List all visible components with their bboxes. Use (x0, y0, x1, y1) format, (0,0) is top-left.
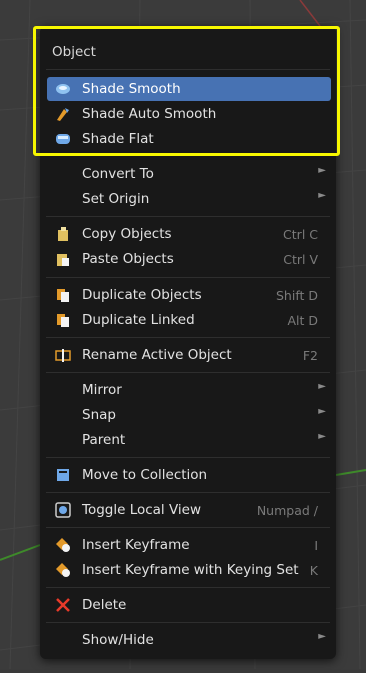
auto-smooth-icon (57, 108, 69, 121)
separator (46, 622, 330, 623)
menu-item-insert-keyframe-with-keying-set[interactable]: Insert Keyframe with Keying Set K (40, 558, 336, 582)
menu-item-label: Set Origin (82, 191, 150, 207)
separator (46, 337, 330, 338)
separator (46, 216, 330, 217)
menu-item-label: Copy Objects (82, 226, 172, 242)
menu-item-label: Snap (82, 407, 116, 423)
menu-item-mirror[interactable]: Mirror ► (40, 378, 336, 402)
paste-icon (57, 254, 69, 266)
menu-item-label: Insert Keyframe (82, 537, 190, 553)
menu-item-paste-objects[interactable]: Paste Objects Ctrl V (40, 247, 336, 271)
submenu-arrow-icon: ► (318, 165, 326, 176)
shortcut-label: Numpad / (256, 503, 318, 518)
menu-item-label: Convert To (82, 166, 154, 182)
shortcut-label: Ctrl V (283, 252, 318, 267)
shortcut-label: Alt D (287, 313, 318, 328)
submenu-arrow-icon: ► (318, 431, 326, 442)
duplicate-icon (57, 289, 69, 302)
menu-item-label: Insert Keyframe with Keying Set (82, 562, 299, 578)
separator (46, 277, 330, 278)
separator (46, 527, 330, 528)
menu-item-copy-objects[interactable]: Copy Objects Ctrl C (40, 222, 336, 246)
separator (46, 69, 330, 70)
menu-item-show-hide[interactable]: Show/Hide ► (40, 628, 336, 652)
submenu-arrow-icon: ► (318, 190, 326, 201)
menu-item-snap[interactable]: Snap ► (40, 403, 336, 427)
local-view-icon (55, 502, 71, 518)
menu-item-label: Rename Active Object (82, 347, 232, 363)
copy-icon (58, 227, 68, 241)
keyframe-icon (56, 538, 70, 552)
menu-item-parent[interactable]: Parent ► (40, 428, 336, 452)
separator (46, 457, 330, 458)
submenu-arrow-icon: ► (318, 406, 326, 417)
menu-item-set-origin[interactable]: Set Origin ► (40, 187, 336, 211)
menu-item-shade-auto-smooth[interactable]: Shade Auto Smooth (40, 102, 336, 126)
shade-smooth-icon (56, 84, 70, 94)
menu-item-label: Toggle Local View (82, 502, 202, 518)
menu-item-label: Paste Objects (82, 251, 174, 267)
separator (46, 372, 330, 373)
menu-item-shade-flat[interactable]: Shade Flat (40, 127, 336, 151)
menu-item-move-to-collection[interactable]: Move to Collection (40, 463, 336, 487)
shortcut-label: Shift D (275, 288, 318, 303)
delete-icon (56, 598, 70, 612)
menu-item-label: Duplicate Objects (82, 287, 202, 303)
menu-item-label: Mirror (82, 382, 122, 398)
menu-item-toggle-local-view[interactable]: Toggle Local View Numpad / (40, 498, 336, 522)
shortcut-label: Ctrl C (283, 227, 318, 242)
menu-item-label: Delete (82, 597, 127, 613)
keying-set-icon (56, 563, 70, 577)
menu-item-convert-to[interactable]: Convert To ► (40, 162, 336, 186)
shortcut-label: K (309, 563, 318, 578)
shortcut-label: F2 (302, 348, 318, 363)
menu-item-duplicate-objects[interactable]: Duplicate Objects Shift D (40, 283, 336, 307)
menu-title: Object (52, 44, 96, 60)
separator (46, 587, 330, 588)
menu-item-label: Shade Smooth (82, 81, 181, 97)
menu-item-label: Shade Flat (82, 131, 154, 147)
shortcut-label: I (314, 538, 318, 553)
separator (46, 492, 330, 493)
duplicate-linked-icon (57, 314, 69, 327)
rename-icon (55, 349, 71, 362)
collection-icon (57, 469, 69, 481)
menu-item-label: Show/Hide (82, 632, 154, 648)
submenu-arrow-icon: ► (318, 631, 326, 642)
menu-item-duplicate-linked[interactable]: Duplicate Linked Alt D (40, 308, 336, 332)
menu-item-label: Duplicate Linked (82, 312, 195, 328)
submenu-arrow-icon: ► (318, 381, 326, 392)
menu-item-label: Move to Collection (82, 467, 208, 483)
menu-item-rename-active-object[interactable]: Rename Active Object F2 (40, 343, 336, 367)
menu-item-insert-keyframe[interactable]: Insert Keyframe I (40, 533, 336, 557)
menu-item-shade-smooth[interactable]: Shade Smooth (47, 77, 331, 101)
menu-item-delete[interactable]: Delete (40, 593, 336, 617)
menu-item-label: Shade Auto Smooth (82, 106, 217, 122)
shade-flat-icon (56, 134, 70, 144)
object-context-menu: Object Shade Smooth Shade Auto Smooth Sh… (40, 26, 336, 659)
menu-item-label: Parent (82, 432, 126, 448)
